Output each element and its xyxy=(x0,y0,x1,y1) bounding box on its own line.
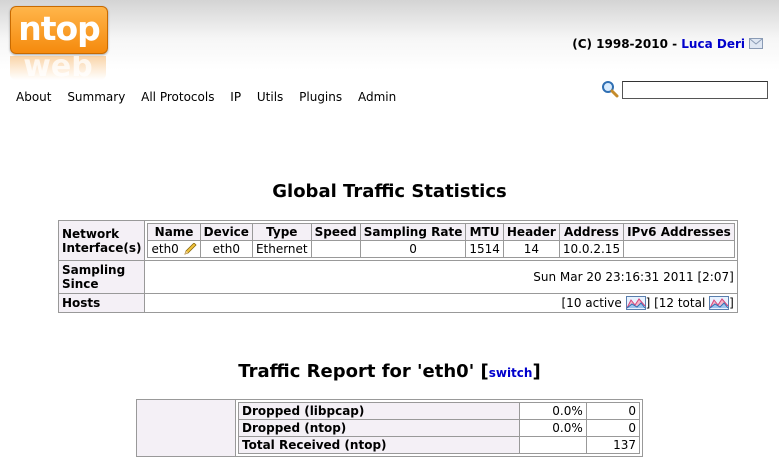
stat-label: Dropped (ntop) xyxy=(238,419,520,437)
menu-item-summary[interactable]: Summary xyxy=(67,90,125,104)
copyright: (C) 1998-2010 - Luca Deri xyxy=(572,37,763,51)
col-type: Type xyxy=(251,223,312,241)
menu-item-ip[interactable]: IP xyxy=(230,90,241,104)
col-sampling-rate: Sampling Rate xyxy=(359,223,467,241)
col-name: Name xyxy=(147,223,201,241)
traffic-report-table: Dropped (libpcap) 0.0% 0 Dropped (ntop) … xyxy=(136,399,643,457)
iface-name-cell: eth0 xyxy=(147,240,201,258)
report-stats-cell: Dropped (libpcap) 0.0% 0 Dropped (ntop) … xyxy=(235,399,643,457)
stat-pct: 0.0% xyxy=(519,419,587,437)
col-ipv6: IPv6 Addresses xyxy=(623,223,735,241)
sampling-since-label: Sampling Since xyxy=(57,260,146,294)
col-mtu: MTU xyxy=(465,223,504,241)
iface-type: Ethernet xyxy=(251,240,312,258)
report-left-cell xyxy=(136,399,236,457)
menu-item-about[interactable]: About xyxy=(16,90,51,104)
report-row: Dropped (libpcap) 0.0% 0 Dropped (ntop) … xyxy=(136,399,643,457)
col-address: Address xyxy=(558,223,625,241)
traffic-report-title: Traffic Report for 'eth0' [switch] xyxy=(0,361,779,382)
iface-speed xyxy=(310,240,361,258)
iface-mtu: 1514 xyxy=(465,240,504,258)
global-stats-table: Network Interface(s) Name Device Type Sp… xyxy=(57,220,738,313)
iface-sampling-rate: 0 xyxy=(359,240,467,258)
stat-value: 0 xyxy=(585,419,641,437)
stats-row: Dropped (libpcap) 0.0% 0 xyxy=(238,402,641,420)
iface-name: eth0 xyxy=(151,242,179,256)
hosts-total: ] [12 total xyxy=(645,296,706,310)
header-band xyxy=(0,0,779,70)
hosts-active: [10 active xyxy=(561,296,622,310)
logo-text: ntop xyxy=(10,6,108,54)
col-device: Device xyxy=(199,223,253,241)
switch-link[interactable]: switch xyxy=(489,366,533,380)
pencil-icon[interactable] xyxy=(183,243,197,255)
iface-header: 14 xyxy=(502,240,560,258)
search-input[interactable] xyxy=(622,81,768,99)
stats-row: Dropped (ntop) 0.0% 0 xyxy=(238,419,641,437)
search-icon[interactable] xyxy=(601,80,619,98)
stat-pct: 0.0% xyxy=(519,402,587,420)
menu-item-utils[interactable]: Utils xyxy=(257,90,283,104)
mail-icon[interactable] xyxy=(749,38,763,49)
hosts-row: Hosts [10 active ] [12 total ] xyxy=(57,293,738,313)
report-title-text: Traffic Report for 'eth0' [ xyxy=(238,361,489,382)
active-hosts-chart-icon[interactable] xyxy=(625,296,646,310)
menu-item-admin[interactable]: Admin xyxy=(358,90,396,104)
network-interfaces-row: Network Interface(s) Name Device Type Sp… xyxy=(57,220,738,261)
hosts-label: Hosts xyxy=(57,293,146,313)
network-interfaces-label: Network Interface(s) xyxy=(57,220,146,261)
sampling-since-value: Sun Mar 20 23:16:31 2011 [2:07] xyxy=(144,260,738,294)
logo-reflection: web xyxy=(10,56,106,80)
iface-ipv6 xyxy=(623,240,735,258)
copyright-text: (C) 1998-2010 - xyxy=(572,37,682,51)
stat-label: Dropped (libpcap) xyxy=(238,402,520,420)
packet-stats-table: Dropped (libpcap) 0.0% 0 Dropped (ntop) … xyxy=(238,402,641,454)
col-speed: Speed xyxy=(310,223,361,241)
sampling-since-row: Sampling Since Sun Mar 20 23:16:31 2011 … xyxy=(57,260,738,294)
hosts-end: ] xyxy=(729,296,734,310)
report-title-end: ] xyxy=(532,361,541,382)
iface-device: eth0 xyxy=(199,240,253,258)
stat-value: 0 xyxy=(585,402,641,420)
ntop-logo[interactable]: ntop web xyxy=(10,6,108,80)
hosts-value: [10 active ] [12 total ] xyxy=(144,293,738,313)
menu-item-all-protocols[interactable]: All Protocols xyxy=(141,90,214,104)
global-stats-title: Global Traffic Statistics xyxy=(272,181,507,202)
menu-item-plugins[interactable]: Plugins xyxy=(299,90,342,104)
iface-address: 10.0.2.15 xyxy=(558,240,625,258)
total-hosts-chart-icon[interactable] xyxy=(709,296,730,310)
main-menu: About Summary All Protocols IP Utils Plu… xyxy=(10,90,402,104)
col-header: Header xyxy=(502,223,560,241)
interface-row: eth0 eth0 Ethernet 0 1514 14 10.0.2.15 xyxy=(147,240,735,258)
network-interfaces-cell: Name Device Type Speed Sampling Rate MTU… xyxy=(144,220,738,261)
interfaces-header-row: Name Device Type Speed Sampling Rate MTU… xyxy=(147,223,735,241)
interfaces-table: Name Device Type Speed Sampling Rate MTU… xyxy=(147,223,735,258)
author-link[interactable]: Luca Deri xyxy=(681,37,745,51)
